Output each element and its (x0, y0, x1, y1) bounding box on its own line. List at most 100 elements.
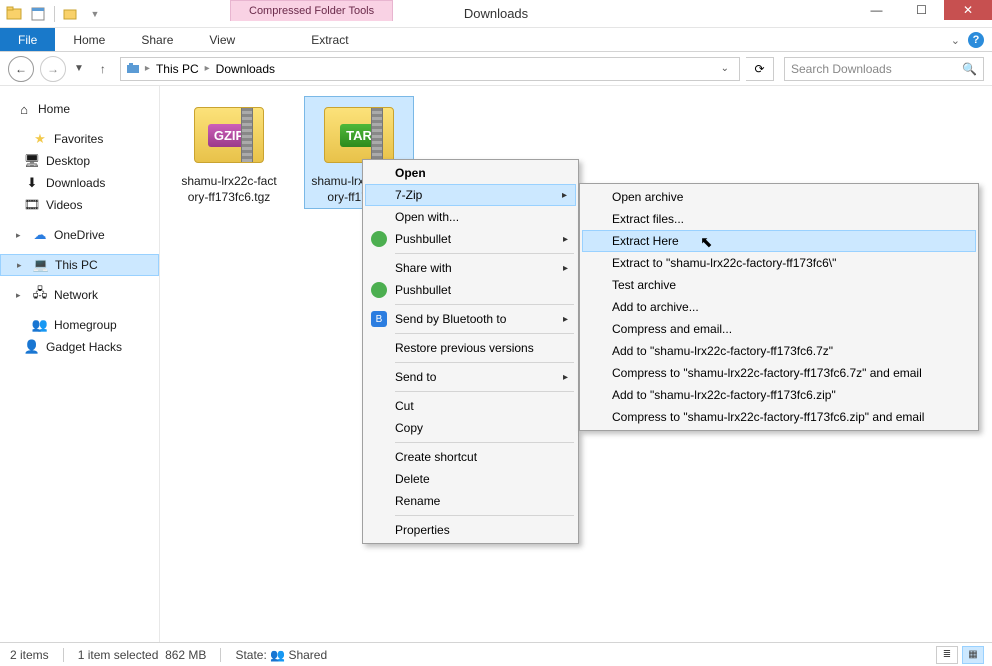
properties-icon[interactable] (28, 4, 48, 24)
view-tab[interactable]: View (191, 28, 253, 51)
titlebar: ▼ Compressed Folder Tools Downloads — ☐ … (0, 0, 992, 28)
expand-icon[interactable]: ▸ (16, 230, 26, 241)
nav-homegroup[interactable]: 👥Homegroup (0, 314, 159, 336)
ctx-rename[interactable]: Rename (365, 490, 576, 512)
ctx-bluetooth[interactable]: BSend by Bluetooth to▸ (365, 308, 576, 330)
7z-test-archive[interactable]: Test archive (582, 274, 976, 296)
ctx-cut[interactable]: Cut (365, 395, 576, 417)
new-folder-icon[interactable] (61, 4, 81, 24)
ctx-delete[interactable]: Delete (365, 468, 576, 490)
address-segment-thispc[interactable]: This PC (152, 62, 203, 76)
back-button[interactable]: ← (8, 56, 34, 82)
menu-label: Send by Bluetooth to (395, 312, 506, 326)
search-icon: 🔍 (962, 62, 977, 76)
address-dropdown-icon[interactable]: ⌄ (715, 63, 735, 74)
menu-label: Open with... (395, 210, 459, 224)
ctx-sharewith[interactable]: Share with ▸ (365, 257, 576, 279)
menu-separator (395, 515, 574, 516)
7z-add-zip[interactable]: Add to "shamu-lrx22c-factory-ff173fc6.zi… (582, 384, 976, 406)
details-view-button[interactable]: ≣ (936, 646, 958, 664)
nav-thispc[interactable]: ▸💻This PC (0, 254, 159, 276)
forward-button[interactable]: → (40, 56, 66, 82)
chevron-right-icon[interactable]: ▸ (205, 63, 210, 74)
ctx-shortcut[interactable]: Create shortcut (365, 446, 576, 468)
7z-extract-here[interactable]: Extract Here (582, 230, 976, 252)
nav-gadgethacks[interactable]: 👤Gadget Hacks (0, 336, 159, 358)
desktop-icon: 🖥 (24, 153, 40, 169)
expand-icon[interactable]: ▸ (17, 260, 27, 271)
nav-videos[interactable]: 🎞Videos (0, 194, 159, 216)
ctx-copy[interactable]: Copy (365, 417, 576, 439)
ctx-sendto[interactable]: Send to▸ (365, 366, 576, 388)
explorer-icon[interactable] (4, 4, 24, 24)
nav-home[interactable]: ⌂ Home (0, 98, 159, 120)
icons-view-button[interactable]: ▦ (962, 646, 984, 664)
menu-label: Rename (395, 494, 440, 508)
menu-label: Share with (395, 261, 452, 275)
qat-dropdown-icon[interactable]: ▼ (85, 4, 105, 24)
minimize-button[interactable]: — (854, 0, 899, 20)
menu-separator (395, 391, 574, 392)
downloads-icon: ⬇ (24, 175, 40, 191)
ctx-7zip[interactable]: 7-Zip▸ (365, 184, 576, 206)
7z-compress-7z-email[interactable]: Compress to "shamu-lrx22c-factory-ff173f… (582, 362, 976, 384)
menu-label: Test archive (612, 278, 676, 292)
ctx-open[interactable]: Open (365, 162, 576, 184)
7z-compress-email[interactable]: Compress and email... (582, 318, 976, 340)
7z-extract-files[interactable]: Extract files... (582, 208, 976, 230)
ctx-pushbullet[interactable]: Pushbullet▸ (365, 228, 576, 250)
7z-add-7z[interactable]: Add to "shamu-lrx22c-factory-ff173fc6.7z… (582, 340, 976, 362)
window-title: Downloads (464, 6, 528, 21)
nav-label: Videos (46, 198, 82, 212)
menu-label: Pushbullet (395, 232, 451, 246)
homegroup-icon: 👥 (32, 317, 48, 333)
ribbon-expand-icon[interactable]: ⌄ (951, 34, 960, 47)
archive-icon: GZIP (189, 100, 269, 170)
ctx-restore[interactable]: Restore previous versions (365, 337, 576, 359)
7z-open-archive[interactable]: Open archive (582, 186, 976, 208)
extract-tab[interactable]: Extract (293, 28, 366, 51)
nav-favorites[interactable]: ★Favorites (0, 128, 159, 150)
ctx-properties[interactable]: Properties (365, 519, 576, 541)
nav-onedrive[interactable]: ▸☁OneDrive (0, 224, 159, 246)
menu-label: Extract to "shamu-lrx22c-factory-ff173fc… (612, 256, 836, 270)
status-bar: 2 items 1 item selected 862 MB State: 👥 … (0, 642, 992, 666)
window-controls: — ☐ ✕ (854, 0, 992, 20)
navigation-pane: ⌂ Home ★Favorites 🖥Desktop ⬇Downloads 🎞Vi… (0, 86, 160, 642)
home-tab[interactable]: Home (55, 28, 123, 51)
quick-access-toolbar: ▼ (0, 4, 109, 24)
chevron-right-icon[interactable]: ▸ (145, 63, 150, 74)
help-icon[interactable]: ? (968, 32, 984, 48)
address-bar[interactable]: ▸ This PC ▸ Downloads ⌄ (120, 57, 740, 81)
share-tab[interactable]: Share (123, 28, 191, 51)
nav-network[interactable]: ▸🖧Network (0, 284, 159, 306)
nav-downloads[interactable]: ⬇Downloads (0, 172, 159, 194)
menu-label: Add to "shamu-lrx22c-factory-ff173fc6.7z… (612, 344, 833, 358)
nav-desktop[interactable]: 🖥Desktop (0, 150, 159, 172)
close-button[interactable]: ✕ (944, 0, 992, 20)
nav-label: Home (38, 102, 70, 116)
up-button[interactable]: ↑ (92, 58, 114, 80)
ctx-openwith[interactable]: Open with... (365, 206, 576, 228)
menu-label: Open archive (612, 190, 683, 204)
submenu-arrow-icon: ▸ (563, 263, 568, 274)
7z-extract-to[interactable]: Extract to "shamu-lrx22c-factory-ff173fc… (582, 252, 976, 274)
separator (54, 6, 55, 22)
maximize-button[interactable]: ☐ (899, 0, 944, 20)
file-item-tgz[interactable]: GZIP shamu-lrx22c-factory-ff173fc6.tgz (174, 96, 284, 209)
menu-label: Compress to "shamu-lrx22c-factory-ff173f… (612, 410, 924, 424)
menu-separator (395, 333, 574, 334)
search-input[interactable]: Search Downloads 🔍 (784, 57, 984, 81)
menu-label: Restore previous versions (395, 341, 534, 355)
ctx-pushbullet2[interactable]: Pushbullet (365, 279, 576, 301)
expand-icon[interactable]: ▸ (16, 290, 26, 301)
history-dropdown-icon[interactable]: ▼ (72, 63, 86, 74)
bluetooth-icon: B (371, 311, 387, 327)
address-segment-downloads[interactable]: Downloads (212, 62, 279, 76)
shared-icon: 👥 (270, 648, 285, 662)
7z-add-to-archive[interactable]: Add to archive... (582, 296, 976, 318)
refresh-button[interactable]: ⟳ (746, 57, 774, 81)
home-icon: ⌂ (16, 101, 32, 117)
7z-compress-zip-email[interactable]: Compress to "shamu-lrx22c-factory-ff173f… (582, 406, 976, 428)
file-tab[interactable]: File (0, 28, 55, 51)
